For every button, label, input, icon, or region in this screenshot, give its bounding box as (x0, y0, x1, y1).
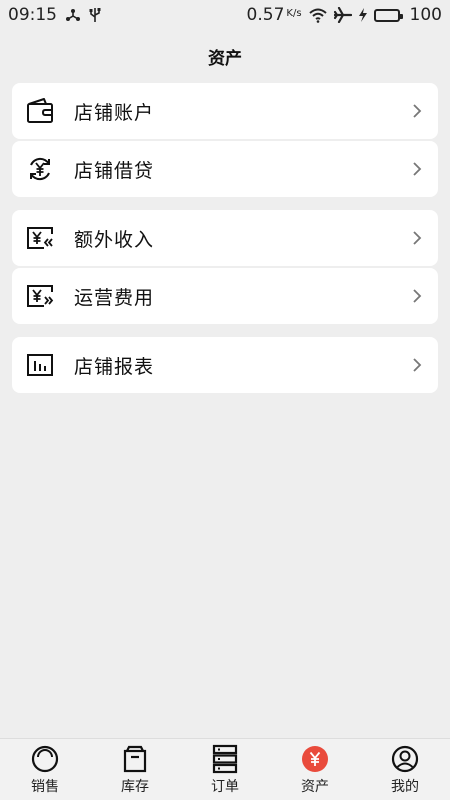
status-left: 09:15 (8, 5, 101, 25)
tab-profile[interactable]: 我的 (360, 744, 450, 796)
speed-unit: K/s (286, 8, 302, 19)
tab-label: 销售 (31, 778, 59, 795)
bottom-tab-bar: 销售 库存 订单 资产 我的 (0, 738, 450, 800)
tab-label: 订单 (211, 778, 239, 795)
chevron-right-icon (410, 231, 424, 245)
tab-sales[interactable]: 销售 (0, 744, 90, 796)
status-bar: 09:15 0.57 K/s 100 (0, 0, 450, 30)
menu-item-label: 额外收入 (74, 228, 155, 251)
tab-assets[interactable]: 资产 (270, 744, 360, 796)
chevron-right-icon (410, 162, 424, 176)
chevron-right-icon (410, 289, 424, 303)
expense-icon (26, 282, 54, 310)
orders-icon (210, 744, 240, 774)
wallet-icon (26, 97, 54, 125)
airplane-icon (333, 7, 352, 23)
menu-item-shop-account[interactable]: 店铺账户 (12, 83, 438, 139)
wifi-icon (308, 7, 328, 23)
report-icon (26, 351, 54, 379)
menu-item-extra-income[interactable]: 额外收入 (12, 210, 438, 266)
menu-item-label: 店铺账户 (74, 101, 155, 124)
assets-icon (300, 744, 330, 774)
chevron-right-icon (410, 104, 424, 118)
tab-label: 库存 (121, 778, 149, 795)
income-icon (26, 224, 54, 252)
sales-icon (30, 744, 60, 774)
menu-item-label: 店铺报表 (74, 355, 155, 378)
loan-icon (26, 155, 54, 183)
menu-item-shop-report[interactable]: 店铺报表 (12, 337, 438, 393)
profile-icon (390, 744, 420, 774)
status-time: 09:15 (8, 5, 57, 25)
tab-label: 资产 (301, 778, 329, 795)
network-speed: 0.57 K/s (247, 5, 302, 25)
asset-menu: 店铺账户 店铺借贷 额外收入 运营费用 店铺报表 (12, 83, 438, 395)
usb-icon (89, 7, 101, 23)
charging-icon (358, 7, 368, 23)
menu-item-operating-expense[interactable]: 运营费用 (12, 268, 438, 324)
chevron-right-icon (410, 358, 424, 372)
battery-icon (373, 8, 403, 22)
battery-level: 100 (409, 5, 442, 25)
tab-inventory[interactable]: 库存 (90, 744, 180, 796)
share-icon (65, 7, 81, 23)
menu-item-shop-loan[interactable]: 店铺借贷 (12, 141, 438, 197)
page-title: 资产 (208, 49, 242, 69)
status-right: 0.57 K/s 100 (247, 5, 442, 25)
menu-item-label: 运营费用 (74, 286, 155, 309)
menu-item-label: 店铺借贷 (74, 159, 155, 182)
tab-orders[interactable]: 订单 (180, 744, 270, 796)
speed-value: 0.57 (246, 5, 285, 25)
inventory-icon (120, 744, 150, 774)
tab-label: 我的 (391, 778, 419, 795)
